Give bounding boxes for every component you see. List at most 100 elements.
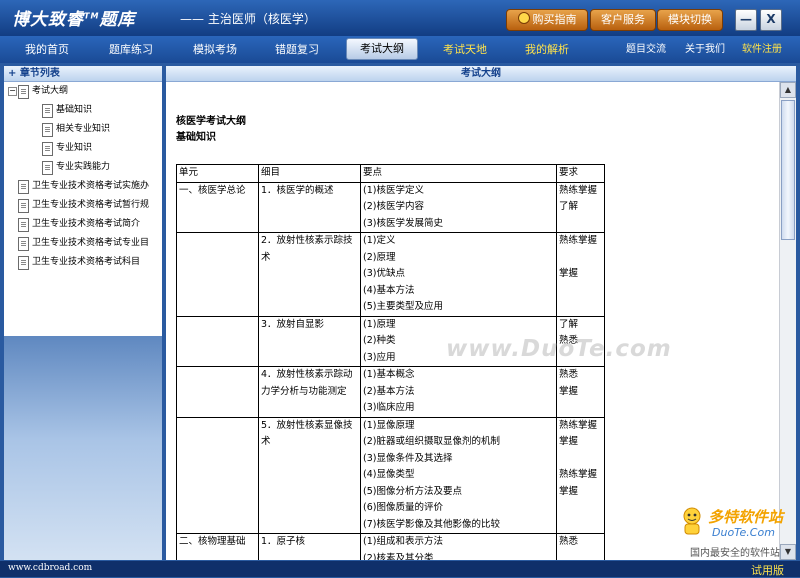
points-cell: (1)组成和表示方法 (2)核素及其分类 <box>360 533 557 561</box>
document-icon <box>42 161 53 175</box>
requirement-text <box>559 551 602 561</box>
tree-item-implementation[interactable]: 卫生专业技术资格考试实施办 <box>4 177 162 196</box>
table-row: 5．放射性核素显像技术 (1)显像原理 (2)脏器或组织摄取显像剂的机制 (3)显像条… <box>176 416 605 534</box>
requirement-text <box>559 517 602 534</box>
module-switch-button[interactable]: 模块切换 <box>657 9 723 31</box>
chapter-sidebar: + 章节列表 − 考试大纲 基础知识 相关专业知识 专业知识 专业实践能力 卫生… <box>4 66 162 560</box>
tree-item-practice[interactable]: 专业实践能力 <box>4 158 162 177</box>
close-button[interactable]: X <box>760 9 782 31</box>
website-url[interactable]: www.cdbroad.com <box>8 563 92 573</box>
point-text: (7)核医学影像及其他影像的比较 <box>363 518 500 530</box>
point-text: (2)基本方法 <box>363 385 415 397</box>
syllabus-table: 单元 细目 要点 要求 一、核医学总论 1．核医学的概述 (1)核医学定义 (2)核医… <box>176 164 605 560</box>
tree-item-subjects[interactable]: 卫生专业技术资格考试科目 <box>4 253 162 272</box>
purchase-guide-button[interactable]: 购买指南 <box>506 9 588 31</box>
point-text: (1)定义 <box>363 235 396 246</box>
tree-item-basic[interactable]: 基础知识 <box>4 101 162 120</box>
tree-item-syllabus[interactable]: − 考试大纲 <box>4 82 162 101</box>
nav-discussion[interactable]: 题目交流 <box>618 41 674 59</box>
requirement-text: 掌握 <box>559 268 579 279</box>
points-cell: (1)基本概念 (2)基本方法 (3)临床应用 <box>360 366 557 418</box>
sidebar-header: + 章节列表 <box>4 66 162 82</box>
tree-item-catalog[interactable]: 卫生专业技术资格考试专业目 <box>4 234 162 253</box>
content-panel: 考试大纲 核医学考试大纲 基础知识 单元 细目 要点 要求 一、核医学总论 1．核… <box>166 66 796 560</box>
status-bar: www.cdbroad.com 试用版 <box>0 561 800 577</box>
item-cell: 2．放射性核素示踪技术 <box>258 232 361 317</box>
document-icon <box>42 142 53 156</box>
point-text: (2)核医学内容 <box>363 201 424 212</box>
point-text: (3)显像条件及其选择 <box>363 452 453 464</box>
column-header: 要求 <box>556 164 605 183</box>
requirement-text: 熟练掌握 <box>559 235 598 246</box>
app-subtitle: —— 主治医师（核医学） <box>180 12 316 26</box>
tree-item-related[interactable]: 相关专业知识 <box>4 120 162 139</box>
requirement-text: 掌握 <box>559 385 579 397</box>
content-header: 考试大纲 <box>166 66 796 82</box>
title-bar: 博大致睿TM题库 —— 主治医师（核医学） 购买指南 客户服务 模块切换 — X <box>0 0 800 36</box>
point-text: (1)组成和表示方法 <box>363 536 443 547</box>
point-text: (5)主要类型及应用 <box>363 301 443 312</box>
unit-cell: 一、核医学总论 <box>176 181 259 233</box>
nav-syllabus[interactable]: 考试大纲 <box>346 38 418 60</box>
column-header: 细目 <box>258 164 361 183</box>
app-logo: 博大致睿TM题库 <box>12 10 136 30</box>
requirement-text: 了解 <box>559 201 579 212</box>
point-text: (1)原理 <box>363 318 396 330</box>
requirement-text: 了解 <box>559 318 579 330</box>
nav-register[interactable]: 软件注册 <box>734 41 790 59</box>
scroll-up-icon[interactable]: ▲ <box>780 82 796 98</box>
tree-item-interim-rules[interactable]: 卫生专业技术资格考试暂行规 <box>4 196 162 215</box>
document-icon <box>18 85 29 99</box>
duote-brand-watermark: 多特软件站 DuoTe.Com 国内最安全的软件站 <box>676 504 796 560</box>
point-text: (1)核医学定义 <box>363 184 424 196</box>
requirement-text: 掌握 <box>559 436 579 447</box>
tree-item-professional[interactable]: 专业知识 <box>4 139 162 158</box>
customer-service-button[interactable]: 客户服务 <box>590 9 656 31</box>
vertical-scrollbar[interactable]: ▲ ▼ <box>779 82 796 560</box>
document-icon <box>18 237 29 251</box>
minimize-button[interactable]: — <box>735 9 757 31</box>
nav-my-analysis[interactable]: 我的解析 <box>512 41 582 59</box>
table-row: 4．放射性核素示踪动力学分析与功能测定 (1)基本概念 (2)基本方法 (3)临床应用… <box>176 366 605 418</box>
document-icon <box>18 256 29 270</box>
nav-home[interactable]: 我的首页 <box>12 41 82 59</box>
point-text: (2)原理 <box>363 251 396 263</box>
document-icon <box>18 180 29 194</box>
collapse-icon[interactable]: − <box>8 87 17 96</box>
requirement-cell: 熟练掌握 掌握 熟练掌握 掌握 <box>556 416 605 534</box>
column-header: 要点 <box>360 164 557 183</box>
section-title: 基础知识 <box>176 132 216 143</box>
coin-icon <box>517 12 530 24</box>
nav-about[interactable]: 关于我们 <box>680 41 730 59</box>
document-icon <box>18 199 29 213</box>
scroll-thumb[interactable] <box>781 100 795 240</box>
requirement-text <box>559 216 602 233</box>
point-text: (3)优缺点 <box>363 268 405 279</box>
requirement-text: 熟练掌握 <box>559 184 598 196</box>
table-row: 二、核物理基础 1．原子核 (1)组成和表示方法 (2)核素及其分类 熟悉 <box>176 533 605 561</box>
tree-item-introduction[interactable]: 卫生专业技术资格考试简介 <box>4 215 162 234</box>
nav-wrong-review[interactable]: 错题复习 <box>262 41 332 59</box>
chapter-tree: − 考试大纲 基础知识 相关专业知识 专业知识 专业实践能力 卫生专业技术资格考… <box>4 82 162 272</box>
nav-exam-world[interactable]: 考试天地 <box>430 41 500 59</box>
point-text: (1)显像原理 <box>363 419 415 431</box>
requirement-text <box>559 451 602 468</box>
nav-question-bank[interactable]: 题库练习 <box>96 41 166 59</box>
requirement-text: 掌握 <box>559 485 579 497</box>
requirement-cell: 熟悉 掌握 <box>556 366 605 418</box>
nav-mock-exam[interactable]: 模拟考场 <box>180 41 250 59</box>
unit-cell <box>176 315 259 367</box>
nav-bar: 我的首页 题库练习 模拟考场 错题复习 考试大纲 考试天地 我的解析 题目交流 … <box>0 36 800 63</box>
requirement-text: 熟练掌握 <box>559 469 598 480</box>
point-text: (2)核素及其分类 <box>363 552 434 561</box>
point-text: (4)显像类型 <box>363 469 415 480</box>
trial-badge: 试用版 <box>751 564 784 577</box>
requirement-text <box>559 283 602 300</box>
document-title: 核医学考试大纲 <box>176 116 246 127</box>
requirement-text <box>559 500 602 517</box>
item-cell: 5．放射性核素显像技术 <box>258 416 361 534</box>
mascot-icon <box>683 507 701 535</box>
document-heading: 核医学考试大纲 基础知识 <box>176 114 246 146</box>
document-icon <box>18 218 29 232</box>
table-header-row: 单元 细目 要点 要求 <box>176 164 605 183</box>
